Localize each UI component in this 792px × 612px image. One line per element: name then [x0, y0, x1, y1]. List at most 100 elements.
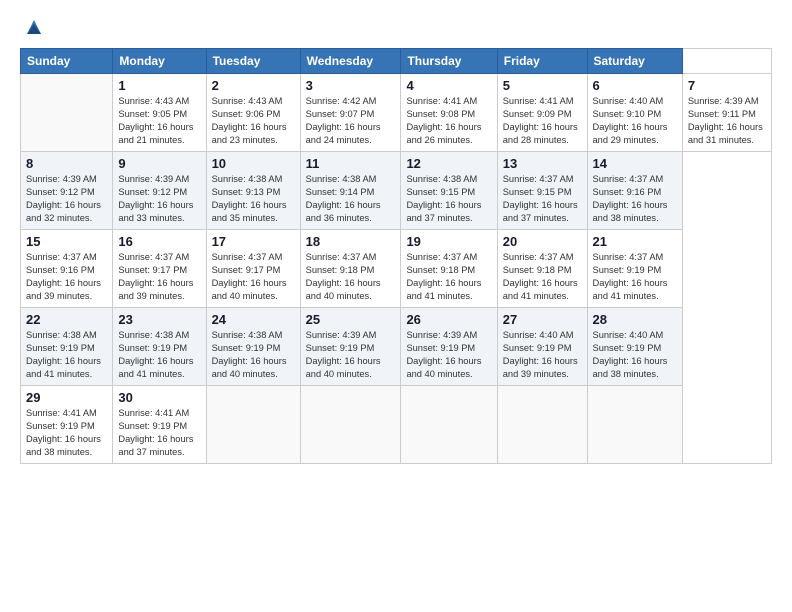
day-info: Sunrise: 4:38 AM Sunset: 9:19 PM Dayligh…: [118, 329, 200, 381]
sunset-label: Sunset: 9:18 PM: [406, 265, 475, 275]
sunset-label: Sunset: 9:17 PM: [118, 265, 187, 275]
sunset-label: Sunset: 9:19 PM: [503, 343, 572, 353]
sunrise-label: Sunrise: 4:41 AM: [503, 96, 574, 106]
day-number: 16: [118, 234, 200, 249]
day-number: 13: [503, 156, 582, 171]
day-number: 26: [406, 312, 491, 327]
sunrise-label: Sunrise: 4:39 AM: [406, 330, 477, 340]
sunset-label: Sunset: 9:19 PM: [118, 343, 187, 353]
calendar-cell: 3 Sunrise: 4:42 AM Sunset: 9:07 PM Dayli…: [300, 74, 401, 152]
calendar-cell: 7 Sunrise: 4:39 AM Sunset: 9:11 PM Dayli…: [682, 74, 771, 152]
calendar-cell: 11 Sunrise: 4:38 AM Sunset: 9:14 PM Dayl…: [300, 152, 401, 230]
logo-icon: [23, 16, 45, 38]
sunset-label: Sunset: 9:19 PM: [306, 343, 375, 353]
sunrise-label: Sunrise: 4:38 AM: [26, 330, 97, 340]
sunset-label: Sunset: 9:19 PM: [406, 343, 475, 353]
sunset-label: Sunset: 9:19 PM: [212, 343, 281, 353]
day-number: 18: [306, 234, 396, 249]
day-info: Sunrise: 4:38 AM Sunset: 9:19 PM Dayligh…: [26, 329, 107, 381]
daylight-label: Daylight: 16 hours and 38 minutes.: [26, 434, 101, 457]
calendar-cell: 6 Sunrise: 4:40 AM Sunset: 9:10 PM Dayli…: [587, 74, 682, 152]
daylight-label: Daylight: 16 hours and 41 minutes.: [593, 278, 668, 301]
calendar-week-1: 1 Sunrise: 4:43 AM Sunset: 9:05 PM Dayli…: [21, 74, 772, 152]
daylight-label: Daylight: 16 hours and 32 minutes.: [26, 200, 101, 223]
sunset-label: Sunset: 9:12 PM: [118, 187, 187, 197]
calendar-cell: 19 Sunrise: 4:37 AM Sunset: 9:18 PM Dayl…: [401, 230, 497, 308]
day-number: 23: [118, 312, 200, 327]
daylight-label: Daylight: 16 hours and 21 minutes.: [118, 122, 193, 145]
day-info: Sunrise: 4:41 AM Sunset: 9:08 PM Dayligh…: [406, 95, 491, 147]
page: SundayMondayTuesdayWednesdayThursdayFrid…: [0, 0, 792, 612]
day-info: Sunrise: 4:37 AM Sunset: 9:16 PM Dayligh…: [26, 251, 107, 303]
day-number: 2: [212, 78, 295, 93]
day-info: Sunrise: 4:42 AM Sunset: 9:07 PM Dayligh…: [306, 95, 396, 147]
day-number: 28: [593, 312, 677, 327]
calendar-cell: 27 Sunrise: 4:40 AM Sunset: 9:19 PM Dayl…: [497, 308, 587, 386]
day-info: Sunrise: 4:40 AM Sunset: 9:19 PM Dayligh…: [503, 329, 582, 381]
calendar-cell: 22 Sunrise: 4:38 AM Sunset: 9:19 PM Dayl…: [21, 308, 113, 386]
day-number: 12: [406, 156, 491, 171]
sunrise-label: Sunrise: 4:39 AM: [26, 174, 97, 184]
daylight-label: Daylight: 16 hours and 40 minutes.: [212, 278, 287, 301]
day-info: Sunrise: 4:41 AM Sunset: 9:19 PM Dayligh…: [118, 407, 200, 459]
daylight-label: Daylight: 16 hours and 38 minutes.: [593, 200, 668, 223]
sunrise-label: Sunrise: 4:39 AM: [688, 96, 759, 106]
sunrise-label: Sunrise: 4:37 AM: [593, 252, 664, 262]
sunrise-label: Sunrise: 4:37 AM: [503, 252, 574, 262]
calendar: SundayMondayTuesdayWednesdayThursdayFrid…: [20, 48, 772, 464]
daylight-label: Daylight: 16 hours and 39 minutes.: [503, 356, 578, 379]
sunset-label: Sunset: 9:19 PM: [26, 343, 95, 353]
calendar-cell: 25 Sunrise: 4:39 AM Sunset: 9:19 PM Dayl…: [300, 308, 401, 386]
calendar-cell: 18 Sunrise: 4:37 AM Sunset: 9:18 PM Dayl…: [300, 230, 401, 308]
sunset-label: Sunset: 9:18 PM: [503, 265, 572, 275]
calendar-cell: [587, 386, 682, 464]
day-number: 3: [306, 78, 396, 93]
sunrise-label: Sunrise: 4:40 AM: [593, 330, 664, 340]
calendar-cell: 4 Sunrise: 4:41 AM Sunset: 9:08 PM Dayli…: [401, 74, 497, 152]
sunrise-label: Sunrise: 4:37 AM: [503, 174, 574, 184]
day-number: 21: [593, 234, 677, 249]
logo-text-area: [20, 16, 45, 38]
sunrise-label: Sunrise: 4:37 AM: [212, 252, 283, 262]
day-info: Sunrise: 4:37 AM Sunset: 9:15 PM Dayligh…: [503, 173, 582, 225]
calendar-week-5: 29 Sunrise: 4:41 AM Sunset: 9:19 PM Dayl…: [21, 386, 772, 464]
day-info: Sunrise: 4:38 AM Sunset: 9:15 PM Dayligh…: [406, 173, 491, 225]
daylight-label: Daylight: 16 hours and 37 minutes.: [503, 200, 578, 223]
sunset-label: Sunset: 9:09 PM: [503, 109, 572, 119]
daylight-label: Daylight: 16 hours and 36 minutes.: [306, 200, 381, 223]
day-number: 8: [26, 156, 107, 171]
sunrise-label: Sunrise: 4:37 AM: [118, 252, 189, 262]
calendar-cell: 5 Sunrise: 4:41 AM Sunset: 9:09 PM Dayli…: [497, 74, 587, 152]
header: [20, 16, 772, 38]
calendar-cell: 13 Sunrise: 4:37 AM Sunset: 9:15 PM Dayl…: [497, 152, 587, 230]
daylight-label: Daylight: 16 hours and 26 minutes.: [406, 122, 481, 145]
sunset-label: Sunset: 9:19 PM: [593, 343, 662, 353]
sunset-label: Sunset: 9:12 PM: [26, 187, 95, 197]
sunrise-label: Sunrise: 4:37 AM: [593, 174, 664, 184]
sunrise-label: Sunrise: 4:40 AM: [503, 330, 574, 340]
day-info: Sunrise: 4:37 AM Sunset: 9:18 PM Dayligh…: [406, 251, 491, 303]
day-info: Sunrise: 4:37 AM Sunset: 9:19 PM Dayligh…: [593, 251, 677, 303]
daylight-label: Daylight: 16 hours and 33 minutes.: [118, 200, 193, 223]
calendar-cell: 17 Sunrise: 4:37 AM Sunset: 9:17 PM Dayl…: [206, 230, 300, 308]
sunset-label: Sunset: 9:15 PM: [406, 187, 475, 197]
calendar-cell: 10 Sunrise: 4:38 AM Sunset: 9:13 PM Dayl…: [206, 152, 300, 230]
sunrise-label: Sunrise: 4:40 AM: [593, 96, 664, 106]
sunrise-label: Sunrise: 4:41 AM: [26, 408, 97, 418]
sunrise-label: Sunrise: 4:39 AM: [118, 174, 189, 184]
day-info: Sunrise: 4:40 AM Sunset: 9:10 PM Dayligh…: [593, 95, 677, 147]
day-info: Sunrise: 4:38 AM Sunset: 9:19 PM Dayligh…: [212, 329, 295, 381]
sunset-label: Sunset: 9:19 PM: [593, 265, 662, 275]
day-info: Sunrise: 4:39 AM Sunset: 9:12 PM Dayligh…: [118, 173, 200, 225]
sunrise-label: Sunrise: 4:38 AM: [118, 330, 189, 340]
calendar-cell: 12 Sunrise: 4:38 AM Sunset: 9:15 PM Dayl…: [401, 152, 497, 230]
logo: [20, 16, 45, 38]
day-number: 29: [26, 390, 107, 405]
sunrise-label: Sunrise: 4:39 AM: [306, 330, 377, 340]
calendar-week-3: 15 Sunrise: 4:37 AM Sunset: 9:16 PM Dayl…: [21, 230, 772, 308]
sunrise-label: Sunrise: 4:37 AM: [306, 252, 377, 262]
daylight-label: Daylight: 16 hours and 37 minutes.: [118, 434, 193, 457]
calendar-cell: 29 Sunrise: 4:41 AM Sunset: 9:19 PM Dayl…: [21, 386, 113, 464]
calendar-cell: 14 Sunrise: 4:37 AM Sunset: 9:16 PM Dayl…: [587, 152, 682, 230]
calendar-cell: 23 Sunrise: 4:38 AM Sunset: 9:19 PM Dayl…: [113, 308, 206, 386]
